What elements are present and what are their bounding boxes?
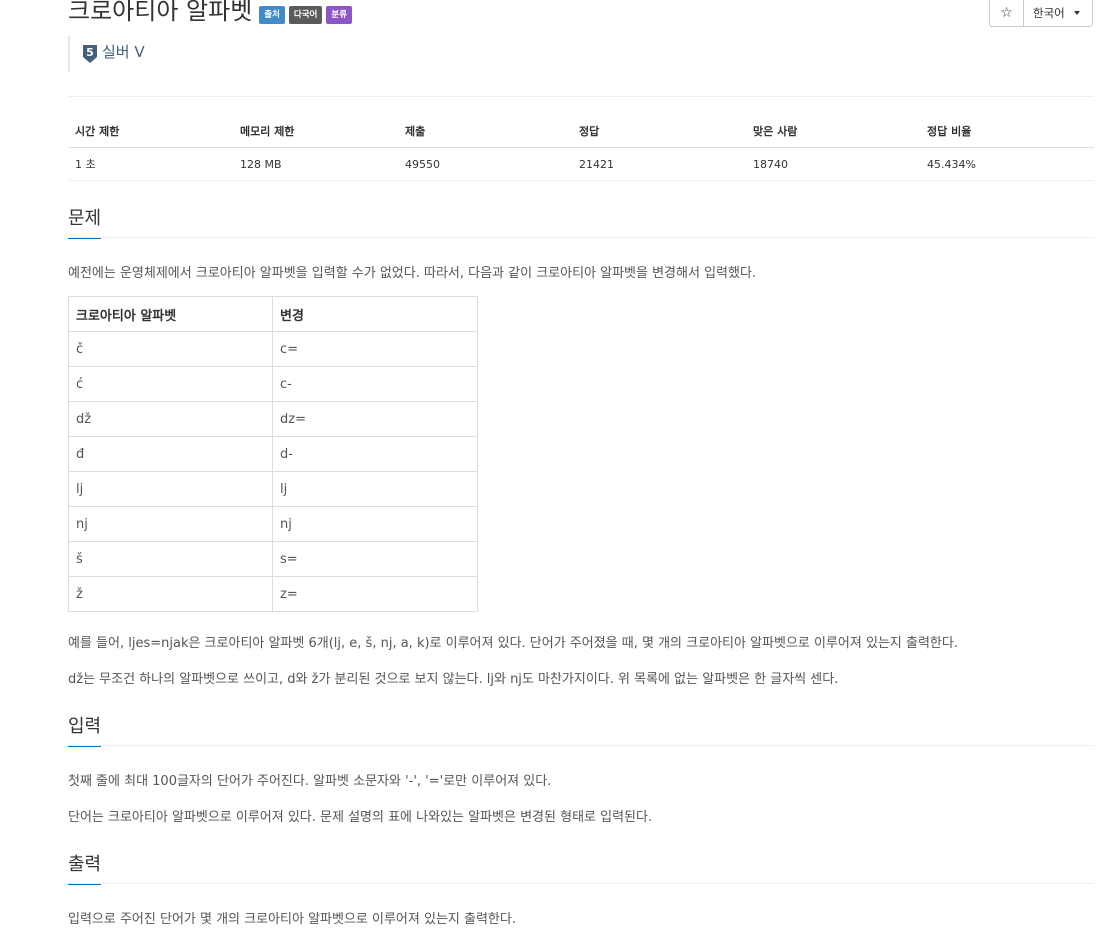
info-ratio-value: 45.434% xyxy=(920,147,1094,181)
input-section-title: 입력 xyxy=(68,714,102,747)
changed-letter: s= xyxy=(272,541,478,577)
croatian-letter: lj xyxy=(68,471,273,507)
table-row: dž dz= xyxy=(68,401,478,437)
problem-info-table: 시간 제한 메모리 제한 제출 정답 맞은 사람 정답 비율 1 초 128 M… xyxy=(68,116,1094,181)
input-paragraph-1: 첫째 줄에 최대 100글자의 단어가 주어진다. 알파벳 소문자와 '-', … xyxy=(68,774,552,789)
croatian-letter: đ xyxy=(68,436,273,472)
caret-down-icon xyxy=(1073,11,1080,15)
info-header-submissions: 제출 xyxy=(398,116,572,148)
info-header-solvers: 맞은 사람 xyxy=(746,116,920,148)
problem-title: 크로아티아 알파벳 xyxy=(68,0,253,25)
header-divider xyxy=(68,96,1094,97)
info-header-ratio: 정답 비율 xyxy=(920,116,1094,148)
table-row: č c= xyxy=(68,331,478,367)
info-header-row: 시간 제한 메모리 제한 제출 정답 맞은 사람 정답 비율 xyxy=(68,116,1094,148)
changed-letter: dz= xyxy=(272,401,478,437)
problem-section-title: 문제 xyxy=(68,206,102,239)
info-header-memory: 메모리 제한 xyxy=(233,116,398,148)
tier-number: 5 xyxy=(86,46,94,59)
croatian-letter: dž xyxy=(68,401,273,437)
info-submissions-value[interactable]: 49550 xyxy=(398,147,572,181)
star-button[interactable]: ☆ xyxy=(990,0,1024,26)
alphabet-header-row: 크로아티아 알파벳 변경 xyxy=(68,296,478,332)
table-row: nj nj xyxy=(68,506,478,542)
info-header-accepted: 정답 xyxy=(572,116,746,148)
table-row: đ d- xyxy=(68,436,478,472)
changed-letter: z= xyxy=(272,576,478,612)
tier-text[interactable]: 실버 V xyxy=(102,34,145,70)
star-icon: ☆ xyxy=(1000,5,1013,21)
table-row: ć c- xyxy=(68,366,478,402)
alphabet-table: 크로아티아 알파벳 변경 č c= ć c- dž dz= đ d- lj lj nj nj… xyxy=(68,296,478,612)
problem-intro: 예전에는 운영체제에서 크로아티아 알파벳을 입력할 수가 없었다. 따라서, … xyxy=(68,266,757,281)
changed-letter: c= xyxy=(272,331,478,367)
alphabet-header-croatian: 크로아티아 알파벳 xyxy=(68,296,273,332)
info-memory-value: 128 MB xyxy=(233,147,398,181)
changed-letter: lj xyxy=(272,471,478,507)
problem-section-header: 문제 xyxy=(68,206,1094,239)
language-dropdown[interactable]: 한국어 xyxy=(1024,0,1092,26)
croatian-letter: č xyxy=(68,331,273,367)
croatian-letter: ž xyxy=(68,576,273,612)
output-section-title: 출력 xyxy=(68,852,102,885)
info-header-time: 시간 제한 xyxy=(68,116,233,148)
changed-letter: c- xyxy=(272,366,478,402)
language-label: 한국어 xyxy=(1033,6,1065,20)
croatian-letter: ć xyxy=(68,366,273,402)
info-value-row: 1 초 128 MB 49550 21421 18740 45.434% xyxy=(68,147,1094,181)
info-solvers-value[interactable]: 18740 xyxy=(746,147,920,181)
input-section-header: 입력 xyxy=(68,714,1094,747)
table-row: š s= xyxy=(68,541,478,577)
output-section-header: 출력 xyxy=(68,852,1094,885)
multilang-label[interactable]: 다국어 xyxy=(288,6,323,24)
alphabet-header-changed: 변경 xyxy=(272,296,478,332)
table-row: ž z= xyxy=(68,576,478,612)
silver-tier-icon[interactable]: 5 xyxy=(82,44,98,64)
problem-example-paragraph: 예를 들어, ljes=njak은 크로아티아 알파벳 6개(lj, e, š,… xyxy=(68,636,958,651)
category-label[interactable]: 분류 xyxy=(326,6,353,24)
changed-letter: d- xyxy=(272,436,478,472)
top-button-group: ☆ 한국어 xyxy=(989,0,1093,27)
croatian-letter: nj xyxy=(68,506,273,542)
info-time-value: 1 초 xyxy=(68,147,233,181)
table-row: lj lj xyxy=(68,471,478,507)
tier-box: 5 실버 V xyxy=(68,36,145,72)
output-paragraph: 입력으로 주어진 단어가 몇 개의 크로아티아 알파벳으로 이루어져 있는지 출… xyxy=(68,912,516,927)
changed-letter: nj xyxy=(272,506,478,542)
source-label[interactable]: 출처 xyxy=(259,6,285,24)
croatian-letter: š xyxy=(68,541,273,577)
input-paragraph-2: 단어는 크로아티아 알파벳으로 이루어져 있다. 문제 설명의 표에 나와있는 … xyxy=(68,810,653,825)
title-row: 크로아티아 알파벳 출처 다국어 분류 xyxy=(68,0,353,28)
info-accepted-value[interactable]: 21421 xyxy=(572,147,746,181)
problem-rule-paragraph: dž는 무조건 하나의 알파벳으로 쓰이고, d와 ž가 분리된 것으로 보지 … xyxy=(68,672,839,687)
